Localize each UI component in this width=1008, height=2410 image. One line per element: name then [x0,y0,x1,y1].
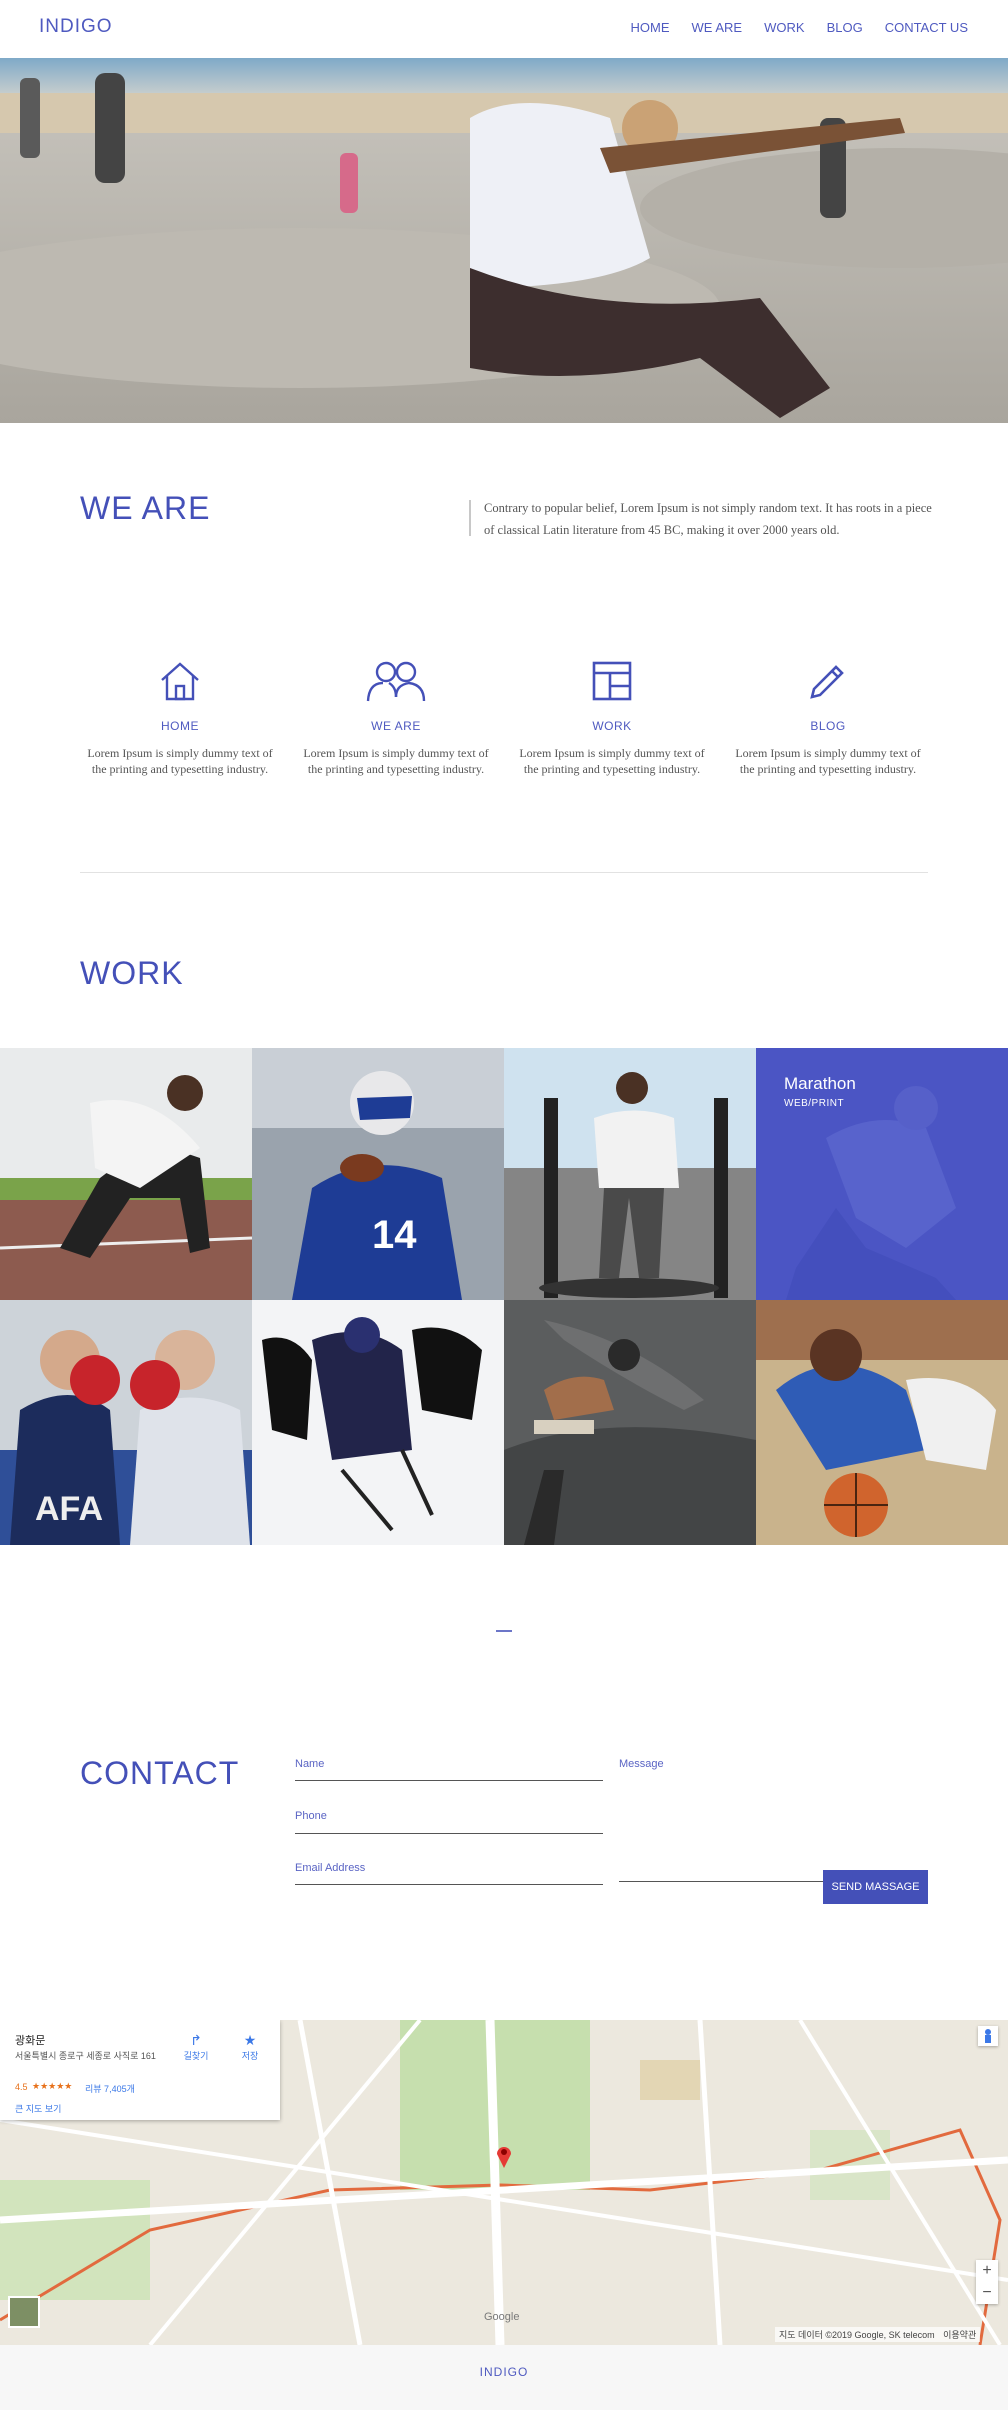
email-field-label: Email Address [295,1862,366,1874]
feature-home: HOME Lorem Ipsum is simply dummy text of… [80,653,280,777]
zoom-control: + − [976,2260,998,2304]
nav-contact-us[interactable]: CONTACT US [885,20,968,35]
directions-icon: ↱ [190,2032,202,2048]
gallery-item-boxing[interactable]: AFA [0,1300,252,1545]
feature-desc: Lorem Ipsum is simply dummy text of the … [519,746,705,776]
satellite-toggle[interactable] [8,2296,40,2328]
feature-desc: Lorem Ipsum is simply dummy text of the … [303,746,489,776]
directions-button[interactable]: ↱ 길찾기 [183,2032,209,2062]
nav-we-are[interactable]: WE ARE [692,20,743,35]
nav-blog[interactable]: BLOG [827,20,863,35]
google-map[interactable]: 광화문 서울특별시 종로구 세종로 사직로 161 4.5 ★★★★★ 리뷰 7… [0,2020,1008,2345]
feature-label: HOME [161,719,199,733]
message-field-label: Message [619,1758,664,1770]
we-are-text: Contrary to popular belief, Lorem Ipsum … [484,501,932,537]
main-nav: HOME WE ARE WORK BLOG CONTACT US [631,20,968,35]
brand-logo[interactable]: INDIGO [39,16,113,38]
gallery-item-sprinter[interactable] [0,1048,252,1300]
feature-desc: Lorem Ipsum is simply dummy text of the … [735,746,921,776]
footer-brand[interactable]: INDIGO [0,2365,1008,2379]
pegman-icon[interactable] [978,2026,998,2046]
feature-we-are: WE ARE Lorem Ipsum is simply dummy text … [296,653,496,777]
map-attribution: 지도 데이터 ©2019 Google, SK telecom 이용약관 [775,2327,981,2342]
feature-work: WORK Lorem Ipsum is simply dummy text of… [512,653,712,777]
hero-image [0,58,1008,423]
map-credit: 지도 데이터 ©2019 Google, SK telecom [779,2330,935,2340]
name-input[interactable] [295,1780,603,1781]
gallery-item-title: Marathon [784,1074,856,1093]
directions-label: 길찾기 [183,2051,209,2061]
people-icon [296,653,496,703]
gallery-item-skater[interactable] [504,1300,756,1545]
contact-title: CONTACT [80,1755,240,1791]
star-icon: ★ [243,2032,257,2048]
phone-input[interactable] [295,1833,603,1834]
nav-work[interactable]: WORK [764,20,804,35]
map-terms-link[interactable]: 이용약관 [943,2330,976,2340]
send-message-button[interactable]: SEND MASSAGE [823,1870,928,1904]
zoom-in-button[interactable]: + [976,2260,998,2282]
feature-label: BLOG [810,719,846,733]
map-pin-icon[interactable] [496,2144,512,2168]
svg-text:14: 14 [372,1213,417,1257]
svg-text:AFA: AFA [35,1490,103,1528]
nav-home[interactable]: HOME [631,20,670,35]
quote-bar [469,500,471,536]
email-input[interactable] [295,1884,603,1885]
rating-stars-icon: ★★★★★ [32,2081,73,2091]
feature-desc: Lorem Ipsum is simply dummy text of the … [87,746,273,776]
home-icon [80,653,280,703]
feature-blog: BLOG Lorem Ipsum is simply dummy text of… [728,653,928,777]
layout-icon [512,653,712,703]
gallery-item-basketball[interactable] [756,1300,1008,1545]
save-label: 저장 [241,2051,259,2061]
gallery-item-hockey[interactable] [252,1300,504,1545]
place-rating: 4.5 [15,2082,28,2092]
gallery-item-training[interactable] [504,1048,756,1300]
reviews-link[interactable]: 리뷰 7,405개 [85,2082,135,2095]
gallery-item-marathon[interactable]: Marathon WEB/PRINT [756,1048,1008,1300]
section-divider [80,872,928,873]
place-address: 서울특별시 종로구 세종로 사직로 161 [15,2051,156,2061]
feature-label: WE ARE [371,719,421,733]
save-place-button[interactable]: ★ 저장 [238,2032,262,2062]
google-logo: Google [484,2311,520,2323]
section-separator [496,1630,512,1632]
zoom-out-button[interactable]: − [976,2282,998,2304]
pencil-icon [728,653,928,703]
we-are-title: WE ARE [80,490,211,526]
feature-label: WORK [592,719,632,733]
place-card: 광화문 서울특별시 종로구 세종로 사직로 161 4.5 ★★★★★ 리뷰 7… [0,2020,280,2120]
gallery-item-football[interactable]: 14 [252,1048,504,1300]
gallery-item-subtitle: WEB/PRINT [784,1098,845,1109]
name-field-label: Name [295,1758,325,1770]
larger-map-link[interactable]: 큰 지도 보기 [15,2102,61,2115]
work-title: WORK [80,955,184,991]
place-name: 광화문 [15,2035,46,2047]
phone-field-label: Phone [295,1810,327,1822]
